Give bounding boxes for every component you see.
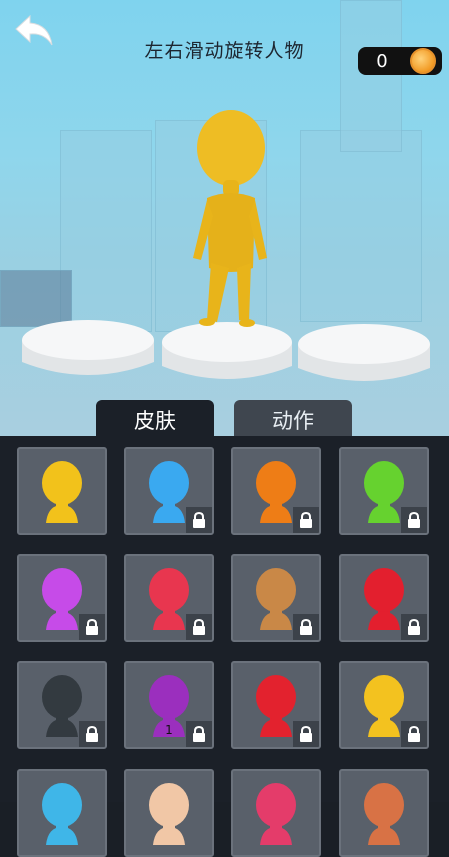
skin-slot[interactable] [124, 769, 214, 857]
tab-actions[interactable]: 动作 [234, 400, 352, 440]
cyan-head-icon [42, 783, 82, 845]
skin-grid-panel: 1 [0, 436, 449, 857]
lock-icon [401, 507, 427, 533]
skin-slot[interactable] [339, 554, 429, 642]
lock-icon [186, 614, 212, 640]
skin-slot[interactable] [17, 769, 107, 857]
background-pillar [340, 0, 402, 152]
lock-icon [293, 614, 319, 640]
coin-counter: 0 [358, 47, 442, 75]
pink-head-icon [256, 783, 296, 845]
skin-slot[interactable] [124, 554, 214, 642]
lock-icon [186, 721, 212, 747]
tab-actions-label: 动作 [272, 409, 314, 433]
lock-icon [293, 721, 319, 747]
copper-head-icon [364, 783, 404, 845]
lock-icon [79, 721, 105, 747]
lock-icon [186, 507, 212, 533]
skin-slot[interactable] [231, 554, 321, 642]
tab-skins[interactable]: 皮肤 [96, 400, 214, 440]
skin-slot[interactable] [339, 769, 429, 857]
yellow-head-icon [42, 461, 82, 523]
skin-slot[interactable] [17, 661, 107, 749]
skin-slot[interactable] [339, 447, 429, 535]
pedestal-left [22, 320, 154, 375]
character-stage[interactable]: 左右滑动旋转人物 0 [0, 0, 449, 440]
skin-slot[interactable] [124, 447, 214, 535]
pedestal-right [298, 324, 430, 381]
background-wall-panel [300, 130, 422, 322]
skin-slot[interactable] [231, 661, 321, 749]
coin-count: 0 [376, 50, 388, 72]
lock-icon [401, 721, 427, 747]
skin-slot[interactable] [17, 447, 107, 535]
jersey-number: 1 [165, 723, 173, 737]
skin-slot[interactable] [17, 554, 107, 642]
lock-icon [293, 507, 319, 533]
skin-slot[interactable]: 1 [124, 661, 214, 749]
coin-icon [410, 48, 436, 74]
lock-icon [401, 614, 427, 640]
skin-slot[interactable] [231, 447, 321, 535]
character-model[interactable] [185, 108, 275, 333]
background-wall-panel [60, 130, 152, 332]
skin-slot[interactable] [231, 769, 321, 857]
skin-tone-head-icon [149, 783, 189, 845]
tab-skins-label: 皮肤 [134, 409, 176, 433]
skin-slot[interactable] [339, 661, 429, 749]
lock-icon [79, 614, 105, 640]
